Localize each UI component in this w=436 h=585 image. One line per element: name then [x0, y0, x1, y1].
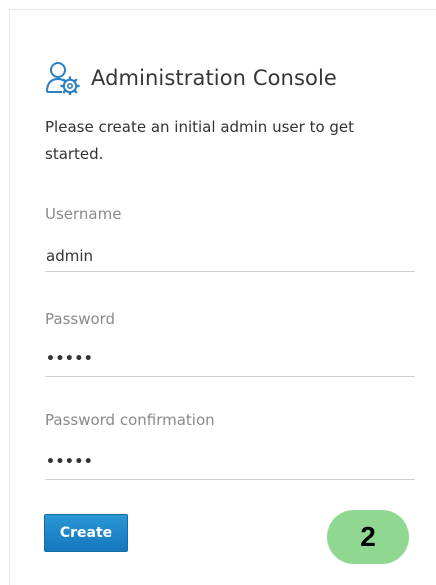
- username-label: Username: [45, 205, 122, 223]
- user-gear-icon: [45, 61, 80, 96]
- password-confirmation-label: Password confirmation: [45, 411, 215, 429]
- intro-text: Please create an initial admin user to g…: [45, 118, 355, 163]
- password-field-group: Password •••••: [45, 310, 415, 380]
- password-confirmation-input[interactable]: •••••: [46, 454, 93, 470]
- password-label: Password: [45, 310, 116, 328]
- password-confirmation-underline: [45, 479, 415, 480]
- password-input[interactable]: •••••: [46, 351, 93, 367]
- page: Administration Console Please create an …: [0, 0, 436, 585]
- password-underline: [45, 376, 415, 377]
- username-input[interactable]: admin: [46, 247, 93, 265]
- username-field-group: Username admin: [45, 205, 415, 273]
- username-underline: [45, 271, 415, 272]
- card-header: Administration Console: [45, 60, 337, 96]
- page-title: Administration Console: [91, 66, 337, 90]
- create-button[interactable]: Create: [44, 514, 128, 552]
- step-number-badge: 2: [327, 510, 409, 564]
- password-confirmation-field-group: Password confirmation •••••: [45, 411, 415, 483]
